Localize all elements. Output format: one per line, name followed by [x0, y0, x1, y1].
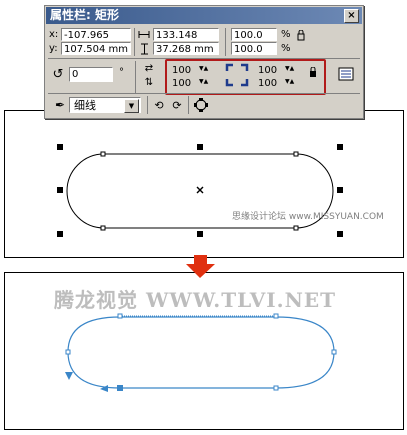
y-label: y:	[49, 43, 58, 54]
selection-handle-tl[interactable]	[57, 144, 63, 150]
separator	[147, 96, 148, 114]
separator	[135, 61, 136, 93]
x-label: x:	[49, 29, 59, 40]
percent-label: %	[281, 29, 291, 40]
separator	[225, 28, 226, 56]
rotation-field[interactable]: 0	[69, 67, 113, 82]
converted-curve-shape[interactable]	[65, 313, 337, 392]
width-field[interactable]: 133.148 mm	[153, 28, 219, 54]
outline-width-select[interactable]: 细线 ▼	[69, 97, 141, 113]
selection-handle-tm[interactable]	[197, 144, 203, 150]
outline-width-value: 细线	[74, 99, 96, 112]
height-field[interactable]: 37.268 mm	[153, 42, 219, 55]
selection-handle-mr[interactable]	[337, 187, 343, 193]
row-divider	[48, 93, 360, 94]
chevron-down-icon[interactable]: ▼	[124, 99, 139, 113]
lock-ratio-icon[interactable]	[295, 29, 306, 41]
y-position-field[interactable]: 107.504 mm	[61, 42, 131, 55]
down-arrow-icon	[186, 255, 215, 278]
bottom-watermark: 腾龙视觉 WWW.TLVI.NET	[54, 288, 337, 312]
mirror-horizontal-icon[interactable]: ⇄	[141, 62, 157, 75]
mirror-vertical-icon[interactable]: ⇅	[141, 76, 157, 89]
convert-to-curves-icon[interactable]: ⟲	[151, 97, 167, 113]
window-title: 属性栏: 矩形	[50, 8, 119, 22]
top-watermark: 思缘设计论坛 www.MISSYUAN.COM	[232, 212, 384, 222]
wrap-paragraph-icon[interactable]: ⟳	[169, 97, 185, 113]
wrap-text-icon[interactable]	[337, 66, 355, 82]
property-bar-title[interactable]: 属性栏: 矩形 ×	[46, 7, 362, 24]
selection-handle-br[interactable]	[337, 231, 343, 237]
selection-handle-bl[interactable]	[57, 231, 63, 237]
height-icon	[137, 42, 151, 55]
center-mark-icon	[196, 186, 204, 194]
selection-handle-ml[interactable]	[57, 187, 63, 193]
degree-label: °	[119, 67, 124, 78]
separator	[134, 28, 135, 56]
scale-y-field[interactable]: 100.0	[231, 42, 277, 55]
node-icon[interactable]	[193, 97, 209, 113]
scale-x-field[interactable]: 100.0	[231, 28, 277, 41]
corner-roundness-highlight	[165, 59, 326, 95]
x-position-field[interactable]: -107.965 mm	[61, 28, 131, 54]
separator	[188, 96, 189, 114]
close-button[interactable]: ×	[344, 9, 359, 23]
width-icon	[137, 28, 151, 41]
selection-handle-tr[interactable]	[337, 144, 343, 150]
selection-handle-bm[interactable]	[197, 231, 203, 237]
property-bar-window: 属性栏: 矩形 × x: -107.965 mm y: 107.504 mm 1…	[44, 5, 364, 119]
outline-pen-icon: ✒	[54, 98, 66, 112]
rotate-icon: ↺	[52, 66, 64, 82]
percent-label: %	[281, 43, 291, 54]
